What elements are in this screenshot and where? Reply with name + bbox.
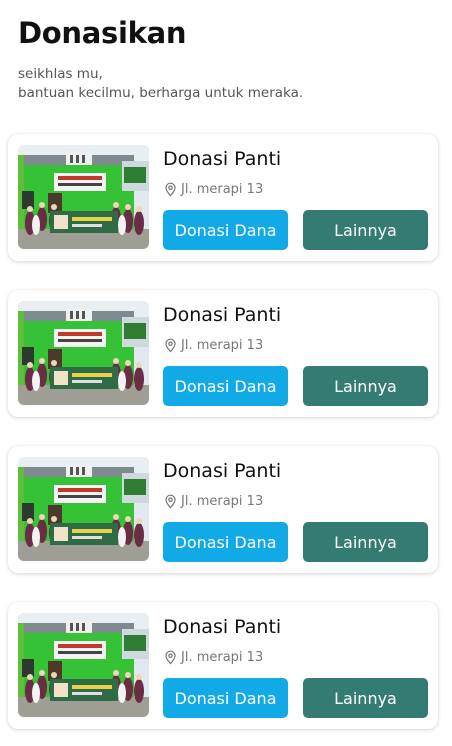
donation-card[interactable]: Donasi Panti Jl. merapi 13 Donasi Dana L… [8,290,438,417]
subtitle-line-2: bantuan kecilmu, berharga untuk meraka. [18,85,304,101]
map-pin-icon [165,650,176,665]
donation-card[interactable]: Donasi Panti Jl. merapi 13 Donasi Dana L… [8,134,438,261]
map-pin-icon [165,494,176,509]
location-text: Jl. merapi 13 [181,182,264,197]
donasi-dana-button[interactable]: Donasi Dana [163,678,288,718]
location-text: Jl. merapi 13 [181,338,264,353]
lainnya-button[interactable]: Lainnya [303,678,428,718]
donation-photo [18,145,149,249]
card-location: Jl. merapi 13 [164,182,263,197]
page-subtitle: seikhlas mu, bantuan kecilmu, berharga u… [18,65,303,103]
donasi-dana-button[interactable]: Donasi Dana [163,366,288,406]
card-location: Jl. merapi 13 [164,338,263,353]
donation-list: Donasi Panti Jl. merapi 13 Donasi Dana L… [8,134,438,746]
card-title: Donasi Panti [163,460,282,482]
donasi-dana-button[interactable]: Donasi Dana [163,210,288,250]
map-pin-icon [165,338,176,353]
card-title: Donasi Panti [163,148,282,170]
lainnya-button[interactable]: Lainnya [303,366,428,406]
donation-photo [18,301,149,405]
map-pin-icon [165,182,176,197]
donasi-dana-button[interactable]: Donasi Dana [163,522,288,562]
page-title: Donasikan [18,16,187,50]
location-text: Jl. merapi 13 [181,494,264,509]
donation-photo [18,613,149,717]
donation-photo [18,457,149,561]
donation-page: Donasikan seikhlas mu, bantuan kecilmu, … [0,0,452,746]
donation-card[interactable]: Donasi Panti Jl. merapi 13 Donasi Dana L… [8,602,438,729]
subtitle-line-1: seikhlas mu, [18,66,103,82]
card-title: Donasi Panti [163,304,282,326]
lainnya-button[interactable]: Lainnya [303,522,428,562]
card-title: Donasi Panti [163,616,282,638]
card-location: Jl. merapi 13 [164,650,263,665]
lainnya-button[interactable]: Lainnya [303,210,428,250]
donation-card[interactable]: Donasi Panti Jl. merapi 13 Donasi Dana L… [8,446,438,573]
card-location: Jl. merapi 13 [164,494,263,509]
location-text: Jl. merapi 13 [181,650,264,665]
